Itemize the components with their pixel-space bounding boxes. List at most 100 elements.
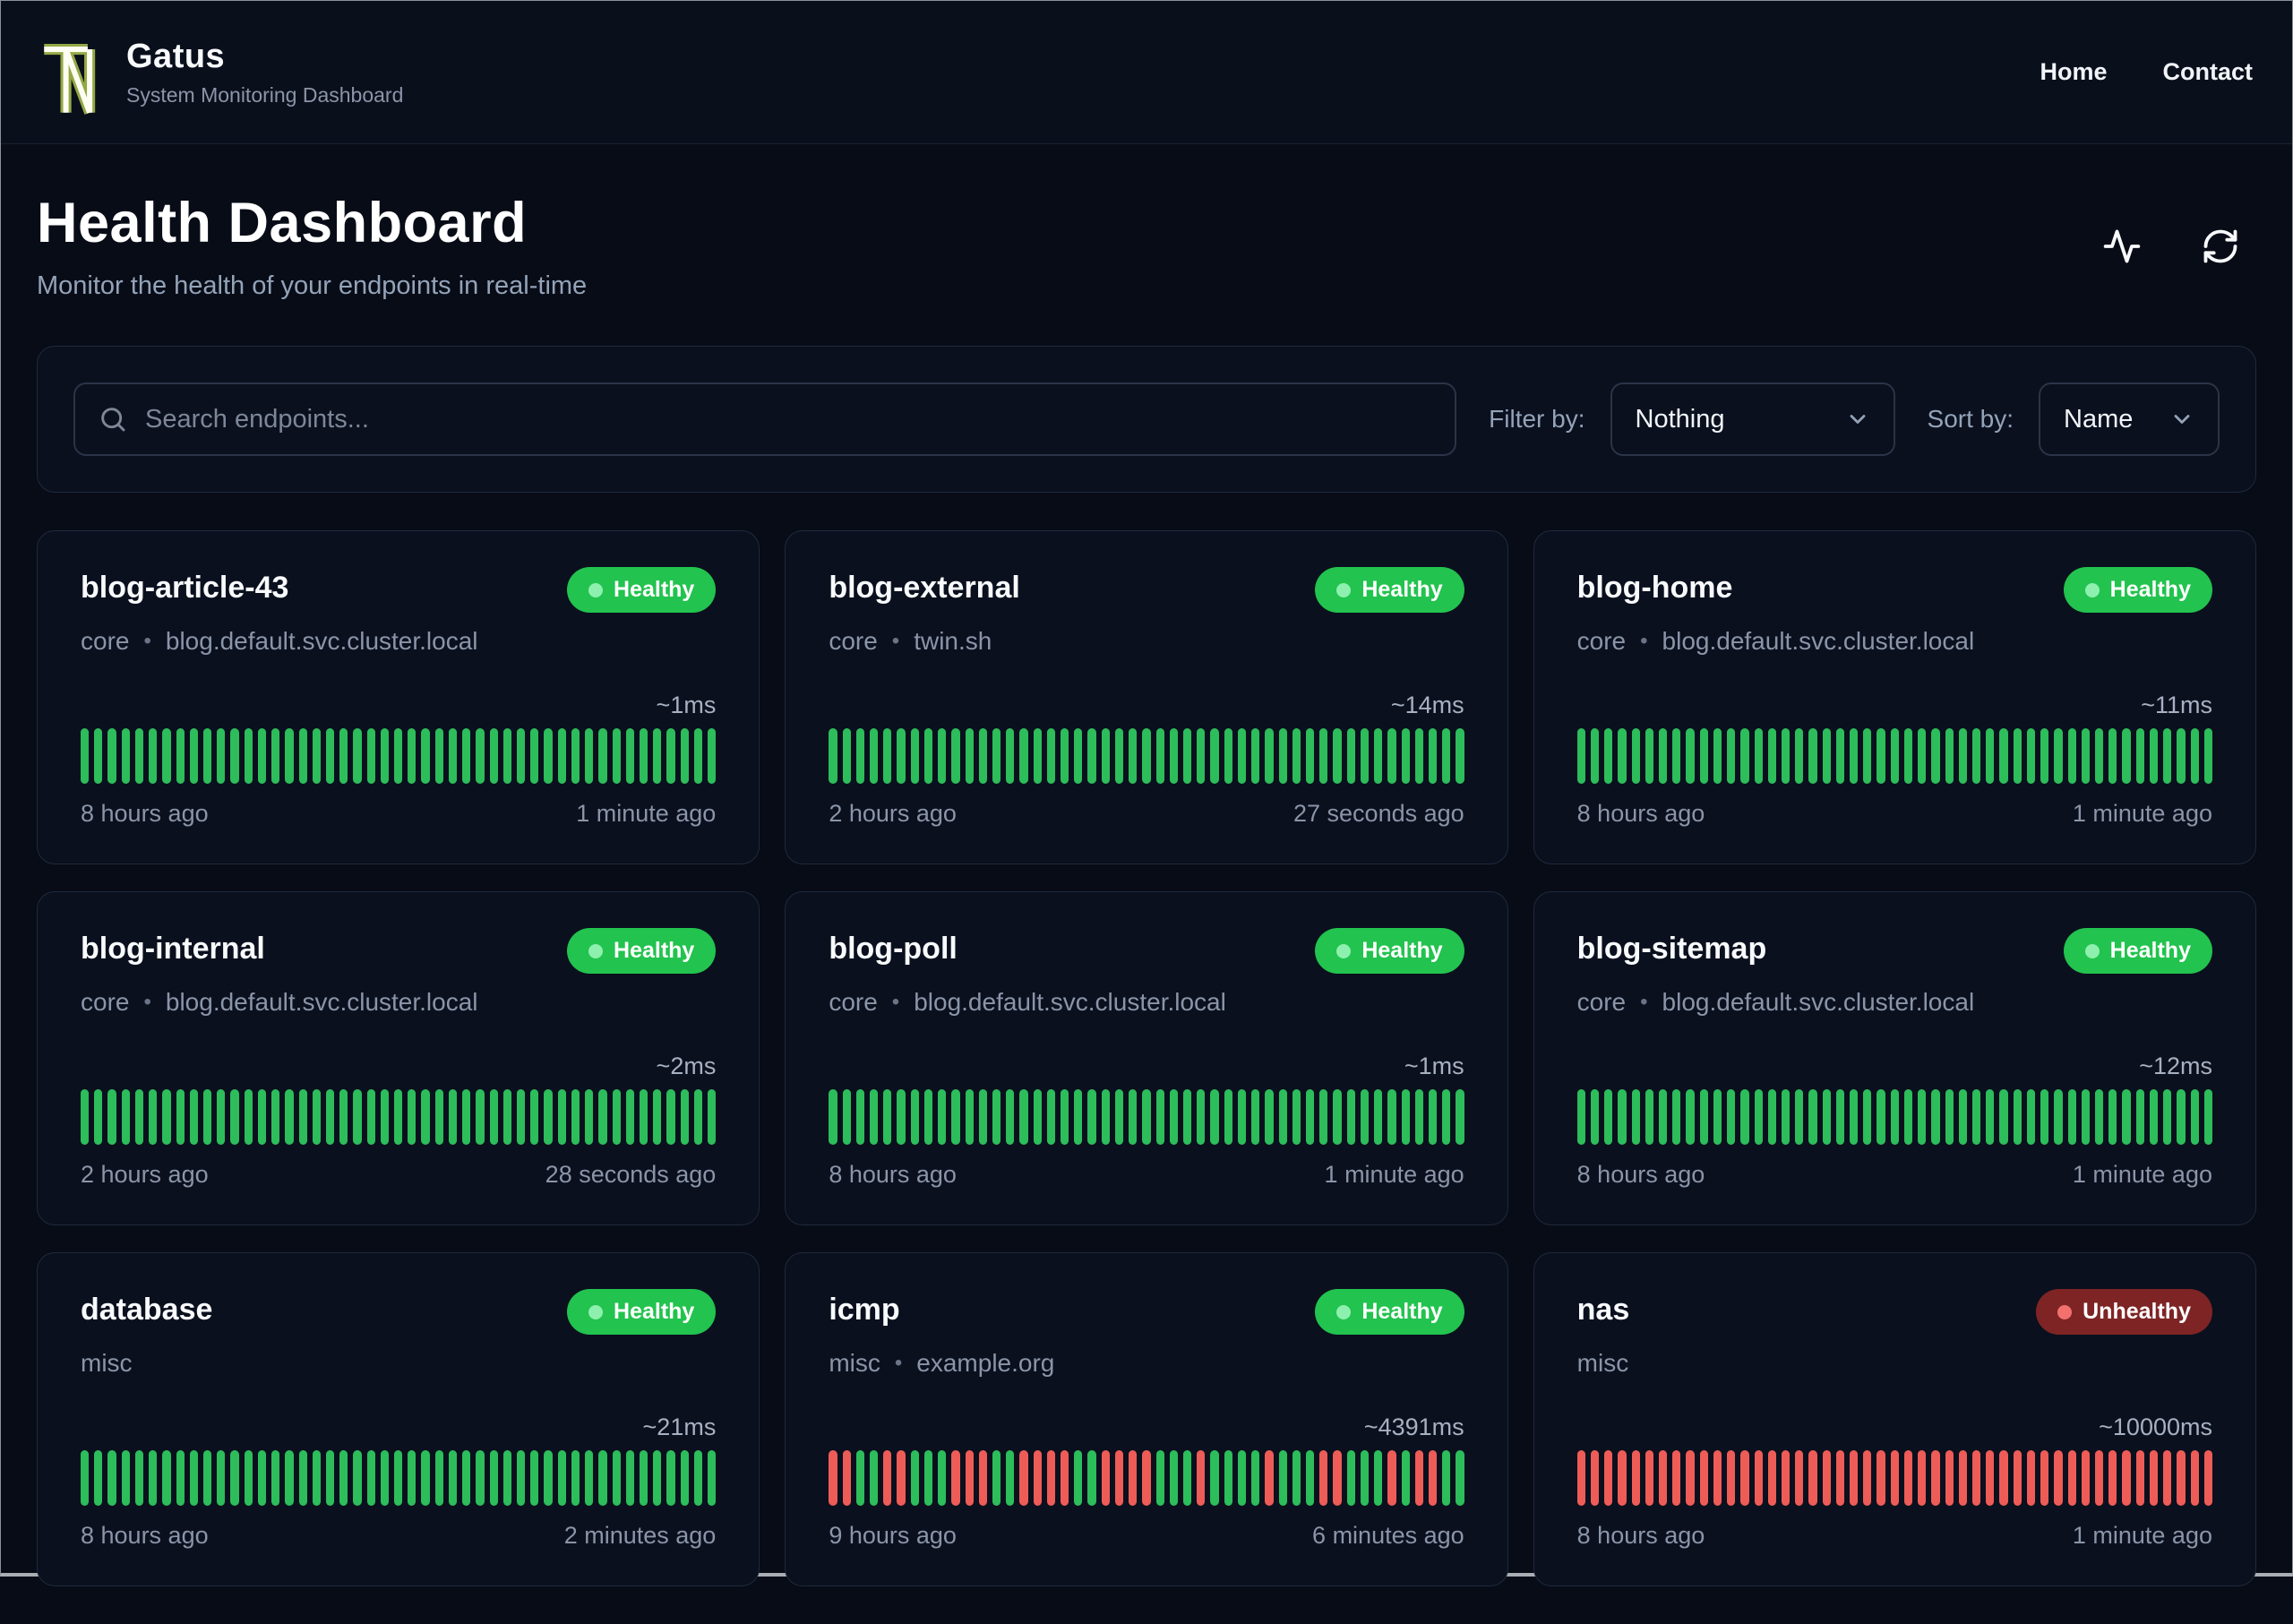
uptime-bar-success[interactable] — [1019, 728, 1028, 784]
uptime-bar-failure[interactable] — [2149, 1450, 2159, 1506]
uptime-bar-success[interactable] — [693, 1450, 703, 1506]
uptime-bar-failure[interactable] — [1686, 1450, 1695, 1506]
uptime-bar-failure[interactable] — [1876, 1450, 1885, 1506]
uptime-bar-failure[interactable] — [1019, 1450, 1028, 1506]
uptime-bar-success[interactable] — [298, 1089, 307, 1145]
uptime-bar-success[interactable] — [1087, 1450, 1096, 1506]
uptime-bar-success[interactable] — [1986, 728, 1995, 784]
uptime-bar-success[interactable] — [1767, 1089, 1776, 1145]
uptime-bar-success[interactable] — [693, 1089, 703, 1145]
uptime-bar-success[interactable] — [869, 1089, 879, 1145]
uptime-bar-success[interactable] — [557, 1089, 566, 1145]
uptime-bar-success[interactable] — [366, 1450, 375, 1506]
activity-icon[interactable] — [2102, 227, 2142, 266]
uptime-bar-success[interactable] — [910, 1450, 919, 1506]
uptime-bar-failure[interactable] — [1576, 1450, 1585, 1506]
uptime-bar-success[interactable] — [1808, 728, 1817, 784]
uptime-bar-success[interactable] — [312, 1450, 321, 1506]
uptime-bar-success[interactable] — [121, 728, 130, 784]
uptime-bar-success[interactable] — [489, 728, 498, 784]
uptime-bar-success[interactable] — [1292, 728, 1301, 784]
uptime-bar-success[interactable] — [134, 728, 144, 784]
uptime-bar-success[interactable] — [489, 1450, 498, 1506]
uptime-bar-success[interactable] — [298, 728, 307, 784]
uptime-bar-success[interactable] — [1658, 1089, 1668, 1145]
uptime-bar-success[interactable] — [1754, 728, 1763, 784]
endpoint-card[interactable]: blog-sitemap Healthy core • blog.default… — [1533, 891, 2256, 1225]
uptime-bar-success[interactable] — [1401, 1450, 1410, 1506]
nav-link-home[interactable]: Home — [2040, 58, 2107, 86]
uptime-bar-success[interactable] — [1033, 1089, 1042, 1145]
uptime-bar-success[interactable] — [121, 1089, 130, 1145]
uptime-bar-failure[interactable] — [2067, 1450, 2076, 1506]
uptime-bar-success[interactable] — [312, 1089, 321, 1145]
uptime-bar-success[interactable] — [2203, 728, 2212, 784]
uptime-bar-success[interactable] — [1360, 1089, 1370, 1145]
uptime-bar-success[interactable] — [1428, 728, 1438, 784]
uptime-bar-failure[interactable] — [829, 1450, 837, 1506]
uptime-bar-success[interactable] — [1224, 1450, 1232, 1506]
uptime-bar-success[interactable] — [2163, 728, 2172, 784]
endpoint-card[interactable]: blog-external Healthy core • twin.sh ~14… — [785, 530, 1508, 864]
uptime-bar-success[interactable] — [653, 1450, 662, 1506]
uptime-bar-success[interactable] — [1265, 1089, 1274, 1145]
uptime-bar-success[interactable] — [1699, 728, 1708, 784]
uptime-bar-success[interactable] — [1442, 728, 1451, 784]
endpoint-card[interactable]: blog-internal Healthy core • blog.defaul… — [37, 891, 760, 1225]
uptime-bar-success[interactable] — [1631, 728, 1640, 784]
uptime-bar-success[interactable] — [1346, 1450, 1355, 1506]
uptime-bar-success[interactable] — [1360, 728, 1370, 784]
uptime-bar-success[interactable] — [1822, 728, 1831, 784]
uptime-bar-failure[interactable] — [1822, 1450, 1831, 1506]
uptime-bar-success[interactable] — [829, 728, 837, 784]
uptime-bar-success[interactable] — [2054, 728, 2063, 784]
uptime-bar-success[interactable] — [897, 728, 906, 784]
uptime-bar-failure[interactable] — [883, 1450, 892, 1506]
uptime-bar-failure[interactable] — [1795, 1450, 1804, 1506]
uptime-bar-success[interactable] — [1360, 1450, 1370, 1506]
uptime-bar-success[interactable] — [285, 1089, 294, 1145]
uptime-bar-success[interactable] — [2026, 728, 2036, 784]
uptime-bar-success[interactable] — [1604, 728, 1613, 784]
uptime-bar-success[interactable] — [1237, 1089, 1247, 1145]
uptime-bar-success[interactable] — [571, 728, 580, 784]
uptime-bar-failure[interactable] — [2190, 1450, 2199, 1506]
uptime-bar-failure[interactable] — [1972, 1450, 1981, 1506]
uptime-bar-success[interactable] — [1903, 1089, 1913, 1145]
uptime-bar-success[interactable] — [1346, 728, 1355, 784]
uptime-bar-success[interactable] — [380, 728, 390, 784]
uptime-bar-success[interactable] — [1835, 1089, 1845, 1145]
uptime-bar-success[interactable] — [2108, 728, 2117, 784]
uptime-bar-success[interactable] — [612, 1450, 621, 1506]
uptime-bar-success[interactable] — [244, 1089, 253, 1145]
uptime-bar-success[interactable] — [476, 1089, 485, 1145]
uptime-bar-success[interactable] — [1101, 728, 1110, 784]
uptime-bar-success[interactable] — [1972, 728, 1981, 784]
uptime-bar-success[interactable] — [1863, 728, 1872, 784]
uptime-bar-success[interactable] — [149, 1089, 158, 1145]
uptime-bar-success[interactable] — [134, 1089, 144, 1145]
uptime-bar-success[interactable] — [1101, 1089, 1110, 1145]
uptime-bar-success[interactable] — [1305, 728, 1315, 784]
uptime-bar-success[interactable] — [2149, 1089, 2159, 1145]
uptime-bar-failure[interactable] — [1945, 1450, 1954, 1506]
uptime-bar-success[interactable] — [380, 1450, 390, 1506]
uptime-bar-success[interactable] — [1387, 728, 1396, 784]
uptime-bar-success[interactable] — [1251, 1450, 1260, 1506]
uptime-bar-success[interactable] — [1278, 728, 1287, 784]
uptime-bar-success[interactable] — [1401, 1089, 1410, 1145]
uptime-bar-success[interactable] — [639, 1450, 648, 1506]
uptime-bar-success[interactable] — [612, 1089, 621, 1145]
uptime-bar-success[interactable] — [1087, 728, 1096, 784]
uptime-bar-success[interactable] — [2163, 1089, 2172, 1145]
uptime-bar-success[interactable] — [502, 1450, 511, 1506]
uptime-bar-failure[interactable] — [1428, 1450, 1438, 1506]
uptime-bar-success[interactable] — [680, 1089, 689, 1145]
uptime-bar-success[interactable] — [625, 1089, 634, 1145]
uptime-bar-success[interactable] — [353, 728, 362, 784]
uptime-bar-success[interactable] — [2094, 728, 2104, 784]
uptime-bar-success[interactable] — [94, 728, 103, 784]
uptime-bar-success[interactable] — [1795, 1089, 1804, 1145]
uptime-bar-success[interactable] — [1074, 1450, 1083, 1506]
uptime-bar-success[interactable] — [517, 728, 526, 784]
